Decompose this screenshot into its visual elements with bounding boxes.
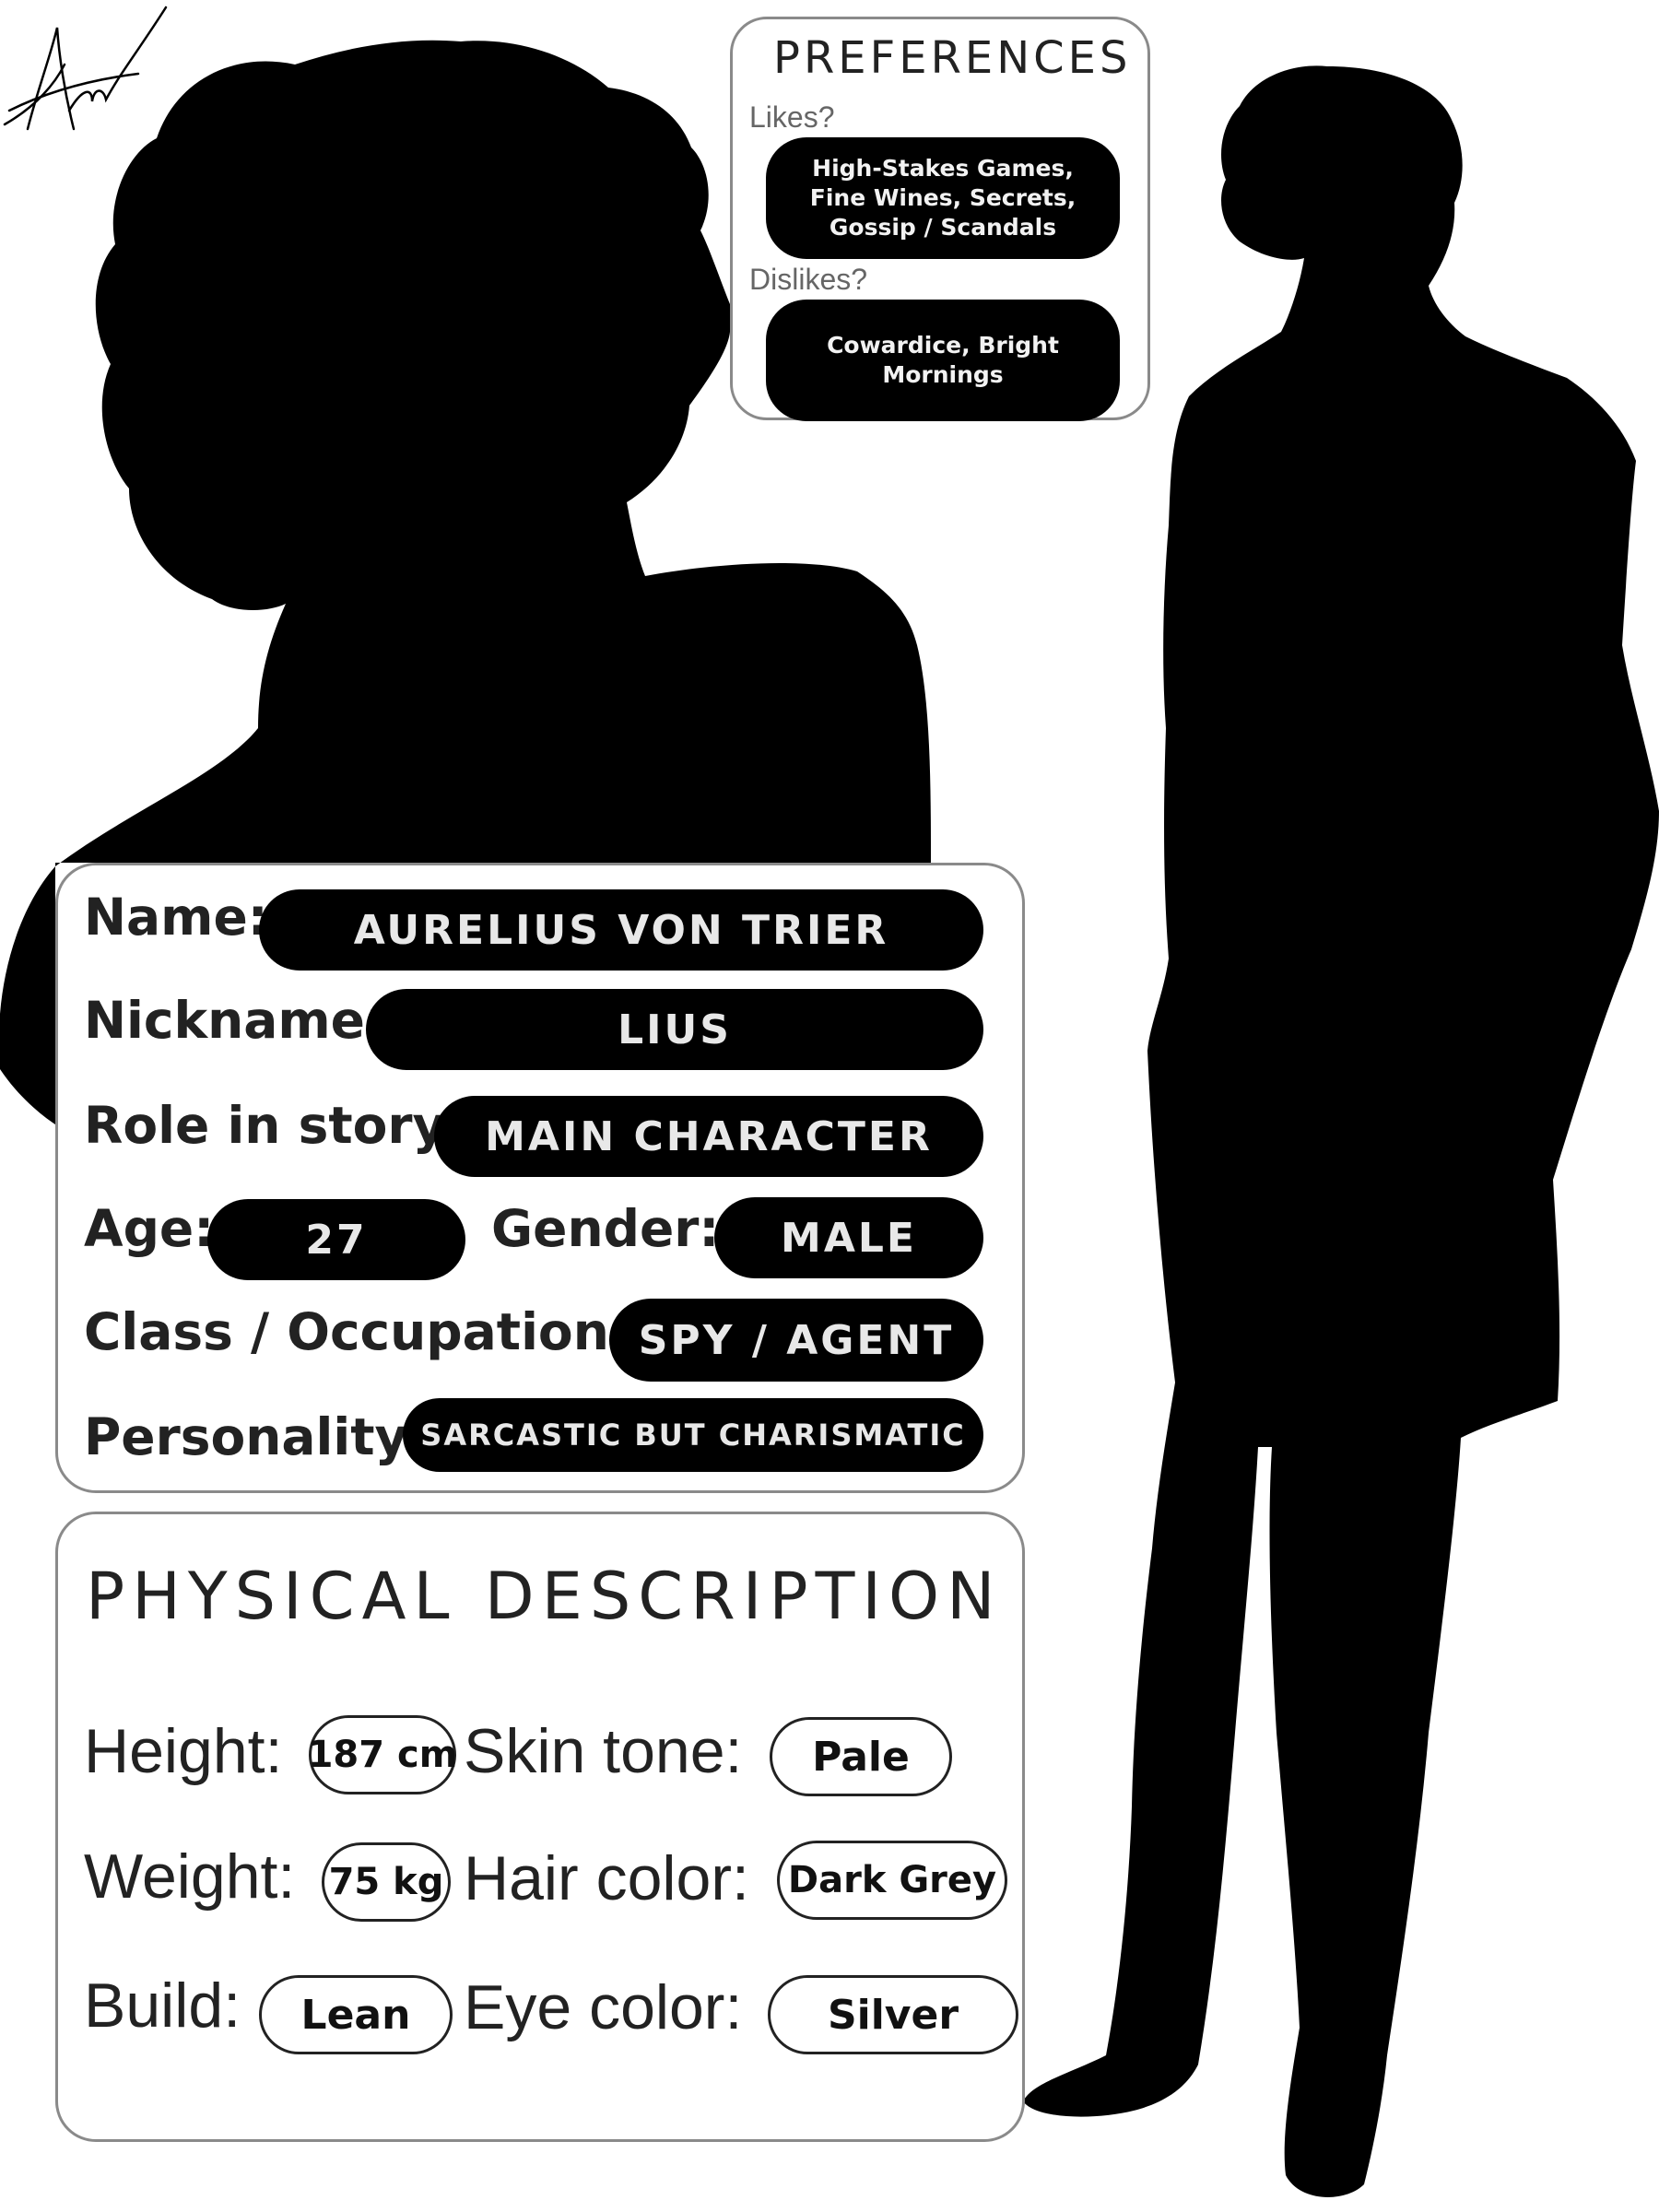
build-label: Build: — [84, 1971, 241, 2041]
preferences-card: PREFERENCES Likes? High-Stakes Games, Fi… — [730, 17, 1150, 421]
occupation-label: Class / Occupation: — [84, 1302, 629, 1361]
eye-value: Silver — [768, 1975, 1018, 2054]
age-label: Age: — [84, 1199, 215, 1258]
skin-label: Skin tone: — [464, 1716, 743, 1786]
signature-icon — [3, 6, 168, 131]
height-value: 187 cm — [308, 1715, 457, 1794]
gender-label: Gender: — [491, 1199, 720, 1258]
dislikes-label: Dislikes? — [749, 263, 868, 296]
weight-label: Weight: — [84, 1841, 296, 1912]
likes-label: Likes? — [749, 100, 835, 134]
name-value: AURELIUS VON TRIER — [259, 889, 983, 971]
profile-card: Name: AURELIUS VON TRIER Nickname: LIUS … — [55, 863, 1025, 1493]
personality-value: SARCASTIC BUT CHARISMATIC — [403, 1398, 983, 1472]
name-label: Name: — [84, 888, 268, 947]
skin-value: Pale — [770, 1717, 952, 1796]
gender-value: MALE — [714, 1197, 983, 1278]
likes-value: High-Stakes Games, Fine Wines, Secrets, … — [766, 137, 1120, 259]
nickname-label: Nickname: — [84, 991, 385, 1050]
age-value: 27 — [207, 1199, 465, 1280]
weight-value: 75 kg — [322, 1842, 451, 1922]
personality-label: Personality: — [84, 1407, 429, 1466]
eye-label: Eye color: — [464, 1972, 743, 2042]
role-label: Role in story: — [84, 1096, 466, 1155]
preferences-title: PREFERENCES — [773, 32, 1132, 84]
occupation-value: SPY / AGENT — [609, 1299, 983, 1382]
hair-value: Dark Grey — [777, 1841, 1007, 1920]
physical-title: PHYSICAL DESCRIPTION — [86, 1559, 1003, 1634]
physical-card: PHYSICAL DESCRIPTION Height: 187 cm Skin… — [55, 1512, 1025, 2142]
nickname-value: LIUS — [366, 989, 983, 1070]
height-label: Height: — [84, 1716, 283, 1786]
dislikes-value: Cowardice, Bright Mornings — [766, 300, 1120, 421]
build-value: Lean — [259, 1975, 453, 2054]
hair-label: Hair color: — [464, 1843, 749, 1913]
role-value: MAIN CHARACTER — [434, 1096, 983, 1177]
